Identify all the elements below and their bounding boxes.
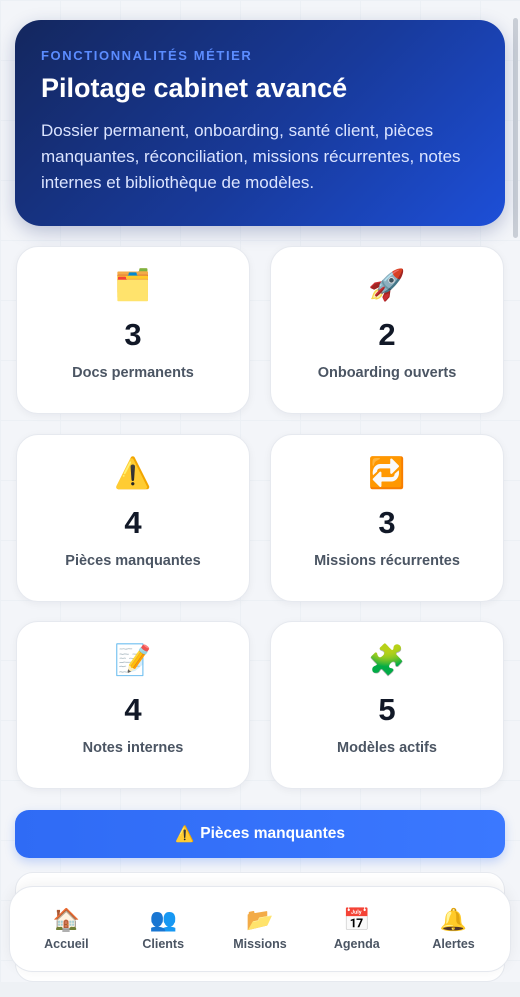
stat-card-pieces-manquantes[interactable]: ⚠️ 4 Pièces manquantes: [16, 434, 250, 602]
bell-icon: 🔔: [439, 907, 468, 932]
nav-label: Clients: [142, 937, 185, 951]
hero-description: Dossier permanent, onboarding, santé cli…: [41, 121, 461, 192]
calendar-icon: 📅: [343, 907, 371, 932]
stat-label: Modèles actifs: [337, 740, 437, 756]
stat-card-missions-recurrentes[interactable]: 🔁 3 Missions récurrentes: [270, 434, 504, 602]
warning-icon: ⚠️: [174, 825, 195, 843]
stat-value: 4: [124, 692, 142, 727]
stat-card-onboarding[interactable]: 🚀 2 Onboarding ouverts: [270, 246, 504, 414]
nav-label: Agenda: [333, 937, 380, 951]
stat-value: 4: [124, 505, 142, 540]
stat-value: 5: [378, 692, 396, 727]
nav-label: Accueil: [44, 937, 89, 951]
nav-item-agenda[interactable]: 📅 Agenda: [312, 907, 402, 951]
memo-icon: 📝: [114, 644, 152, 677]
stat-label: Docs permanents: [72, 365, 194, 381]
scrollbar[interactable]: [513, 18, 518, 238]
stat-label: Pièces manquantes: [65, 553, 201, 569]
stat-value: 3: [378, 505, 396, 540]
stat-value: 3: [124, 317, 142, 352]
footer-strip: [0, 982, 520, 997]
repeat-icon: 🔁: [368, 457, 406, 490]
users-icon: 👥: [149, 907, 177, 932]
stat-label: Onboarding ouverts: [317, 365, 457, 381]
nav-label: Missions: [233, 937, 287, 951]
stat-label: Notes internes: [82, 740, 184, 756]
nav-item-accueil[interactable]: 🏠 Accueil: [21, 907, 111, 951]
puzzle-icon: 🧩: [368, 644, 406, 677]
stat-card-notes-internes[interactable]: 📝 4 Notes internes: [16, 621, 250, 789]
warning-icon: ⚠️: [114, 457, 152, 490]
missing-documents-button[interactable]: ⚠️ Pièces manquantes: [15, 810, 505, 858]
open-folder-icon: 📂: [246, 907, 274, 932]
folder-icon: 🗂️: [114, 269, 152, 302]
hero-banner: FONCTIONNALITÉS MÉTIER Pilotage cabinet …: [15, 20, 505, 226]
rocket-icon: 🚀: [368, 269, 406, 302]
stat-card-docs-permanents[interactable]: 🗂️ 3 Docs permanents: [16, 246, 250, 414]
nav-label: Alertes: [432, 937, 475, 951]
page-title: Pilotage cabinet avancé: [41, 73, 348, 103]
home-icon: 🏠: [52, 907, 81, 932]
nav-item-clients[interactable]: 👥 Clients: [118, 907, 208, 951]
nav-item-missions[interactable]: 📂 Missions: [215, 907, 305, 951]
nav-item-alertes[interactable]: 🔔 Alertes: [409, 907, 499, 951]
stat-value: 2: [378, 317, 396, 352]
stat-card-modeles-actifs[interactable]: 🧩 5 Modèles actifs: [270, 621, 504, 789]
stat-label: Missions récurrentes: [314, 553, 460, 569]
missing-documents-button-label: Pièces manquantes: [200, 825, 346, 842]
hero-eyebrow: FONCTIONNALITÉS MÉTIER: [41, 48, 253, 63]
bottom-navigation: 🏠 Accueil 👥 Clients 📂 Missions 📅 Agenda …: [9, 886, 511, 972]
